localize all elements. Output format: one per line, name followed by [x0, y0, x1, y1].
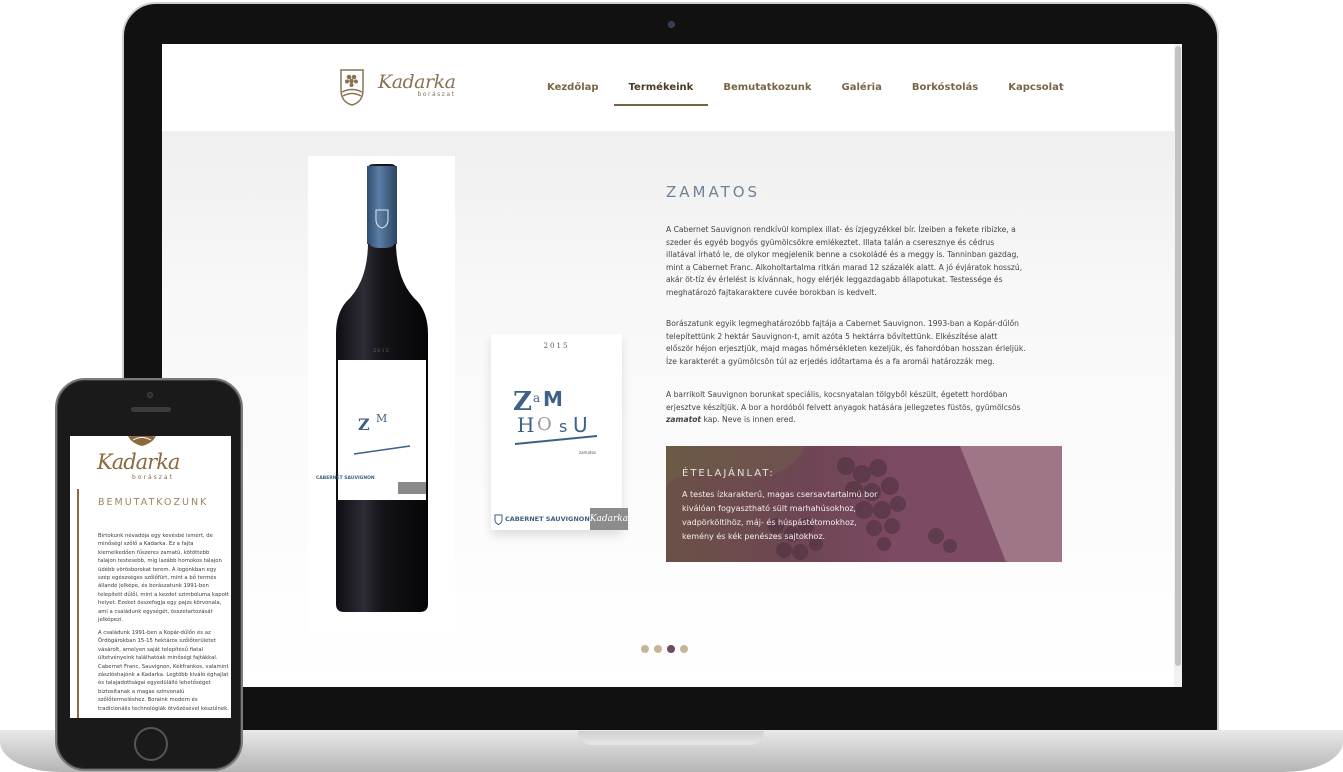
food-pairing-box: ÉTELAJÁNLAT: A testes ízkarakterű, magas… [666, 446, 1062, 562]
product-description-3: A barrikolt Sauvignon borunkat speciális… [666, 389, 1026, 427]
label-small-text: zamatos [579, 450, 596, 455]
food-pairing-text: A testes ízkarakterű, magas csersavtarta… [682, 490, 878, 541]
nav-bemutatkozunk[interactable]: Bemutatkozunk [708, 80, 826, 106]
svg-text:M: M [376, 412, 387, 425]
svg-text:H: H [517, 413, 534, 437]
carousel-dots [641, 645, 688, 653]
site-logo[interactable]: Kadarka borászat [338, 64, 456, 106]
laptop-notch [578, 731, 764, 745]
carousel-dot-2[interactable] [654, 645, 662, 653]
label-logo: Kadarka [589, 508, 628, 530]
bottle-brand: CABERNET SAUVIGNON [316, 476, 375, 481]
nav-borkostolas[interactable]: Borkóstolás [897, 80, 993, 106]
scrollbar-thumb[interactable] [1175, 46, 1181, 666]
carousel-dot-4[interactable] [680, 645, 688, 653]
product-title: ZAMATOS [666, 183, 761, 201]
nav-termekeink[interactable]: Termékeink [613, 80, 709, 106]
bottle-image: Z M 2015 CABERNET SAUVIGNON [308, 156, 455, 634]
laptop-camera [668, 21, 675, 28]
emblem-icon [128, 436, 156, 446]
mobile-logo-subtitle: borászat [132, 474, 174, 481]
mobile-paragraph-1: Birtokunk névadója egy kevésbé ismert, d… [98, 533, 229, 624]
bottle-year: 2015 [373, 348, 390, 354]
food-pairing-title: ÉTELAJÁNLAT: [682, 468, 775, 479]
p3-emphasis: zamatot [666, 415, 702, 424]
phone-frame: Kadarka borászat BEMUTATKOZUNK Birtokunk… [55, 378, 243, 771]
phone-camera [147, 392, 153, 398]
svg-text:s: s [559, 417, 567, 436]
mobile-paragraph-2: A családunk 1991-ben a Kopár-dűlőn és az… [98, 630, 229, 712]
svg-text:Z: Z [358, 415, 370, 434]
home-button[interactable] [134, 727, 168, 761]
svg-text:O: O [537, 414, 552, 435]
wine-label-card: 2015 Z a M H O s U zamatos CABERNET SAUV… [491, 334, 628, 530]
nav-galeria[interactable]: Galéria [827, 80, 897, 106]
nav-kezdolap[interactable]: Kezdőlap [532, 80, 614, 106]
p3-text-before: A barrikolt Sauvignon borunkat speciális… [666, 390, 1021, 412]
wine-bottle-icon: Z M [336, 164, 428, 612]
scrollbar[interactable] [1174, 44, 1182, 687]
zamatos-label-art-icon: Z a M H O s U [513, 387, 598, 445]
p3-text-after: kap. Neve is innen ered. [701, 415, 796, 424]
carousel-dot-3[interactable] [667, 645, 675, 653]
label-footer: CABERNET SAUVIGNON Kadarka [491, 508, 628, 530]
svg-text:a: a [533, 391, 540, 405]
product-slide: Z M 2015 CABERNET SAUVIGNON 2015 Z a M H… [162, 131, 1182, 687]
svg-text:M: M [543, 387, 563, 411]
label-year: 2015 [543, 342, 570, 350]
product-description-2: Borászatunk egyik legmeghatározóbb fajtá… [666, 319, 1026, 366]
label-brand-text: CABERNET SAUVIGNON [505, 515, 590, 523]
mobile-accent-rule [77, 489, 79, 718]
desktop-site: Kadarka borászat Kezdőlap Termékeink Bem… [162, 44, 1182, 687]
device-mockup: Kadarka borászat Kezdőlap Termékeink Bem… [0, 0, 1343, 772]
svg-text:U: U [573, 413, 588, 437]
main-nav: Kezdőlap Termékeink Bemutatkozunk Galéri… [532, 80, 1079, 106]
mobile-logo[interactable]: Kadarka [97, 450, 180, 474]
logo-text: Kadarka [378, 70, 456, 93]
site-header: Kadarka borászat Kezdőlap Termékeink Bem… [162, 44, 1182, 131]
crest-icon [340, 69, 364, 106]
label-brand: CABERNET SAUVIGNON [491, 514, 590, 525]
logo-wordmark: Kadarka borászat [378, 70, 456, 98]
mobile-site: Kadarka borászat BEMUTATKOZUNK Birtokunk… [70, 436, 231, 718]
product-description-1: A Cabernet Sauvignon rendkívül komplex i… [666, 225, 1023, 297]
mobile-heading: BEMUTATKOZUNK [98, 497, 209, 508]
phone-speaker [131, 407, 171, 412]
carousel-dot-1[interactable] [641, 645, 649, 653]
nav-kapcsolat[interactable]: Kapcsolat [993, 80, 1078, 106]
decorative-shape [960, 446, 1062, 562]
shield-icon [494, 514, 503, 525]
